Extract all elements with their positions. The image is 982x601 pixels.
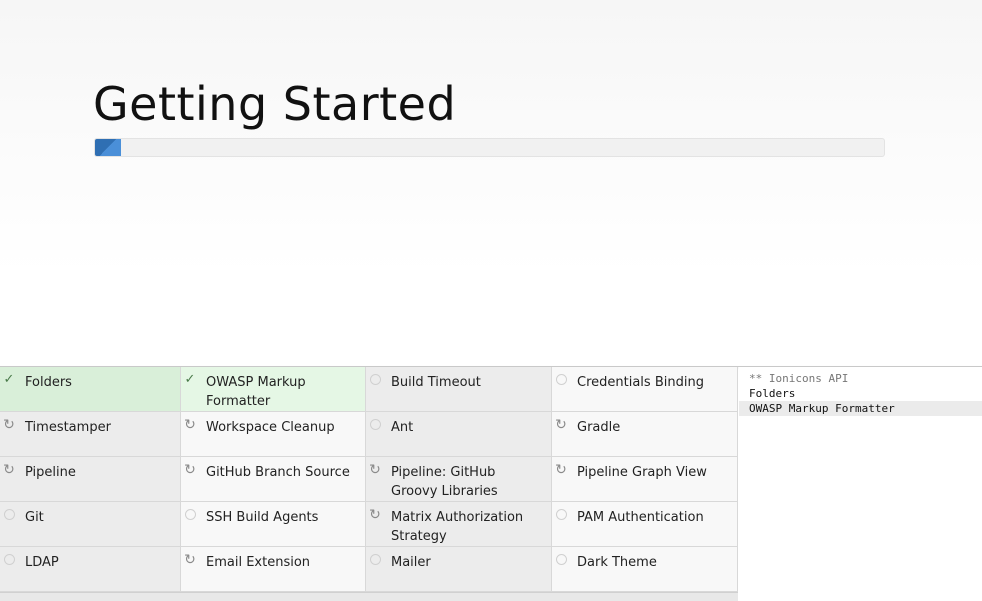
plugin-name: Ant	[391, 420, 414, 435]
install-progress-bar	[94, 138, 885, 157]
plugin-name: Pipeline	[25, 465, 76, 480]
install-log-panel[interactable]: ** Ionicons API Folders OWASP Markup For…	[739, 367, 982, 601]
plugin-name: Dark Theme	[577, 555, 657, 570]
plugin-cell-pipeline: ↻ Pipeline	[0, 457, 181, 502]
log-line: Folders	[749, 387, 796, 400]
plugin-cell-matrix-authorization-strategy: ↻ Matrix Authorization Strategy	[366, 502, 552, 547]
refresh-icon: ↻	[184, 417, 196, 433]
circle-icon	[2, 508, 16, 522]
plugin-cell-workspace-cleanup: ↻ Workspace Cleanup	[181, 412, 366, 457]
plugin-name: PAM Authentication	[577, 510, 704, 525]
grid-bottom-strip	[0, 592, 738, 601]
install-progress-fill	[95, 139, 122, 156]
plugin-name: Timestamper	[25, 420, 111, 435]
plugin-cell-pipeline-graph-view: ↻ Pipeline Graph View	[552, 457, 738, 502]
plugin-name: GitHub Branch Source	[206, 465, 350, 480]
header: Getting Started	[0, 0, 982, 366]
plugin-cell-mailer: Mailer	[366, 547, 552, 592]
plugin-cell-pipeline-github-groovy-libraries: ↻ Pipeline: GitHub Groovy Libraries	[366, 457, 552, 502]
log-line: ** Ionicons API	[749, 372, 849, 385]
plugin-name: Folders	[25, 375, 72, 390]
refresh-icon: ↻	[184, 552, 196, 568]
plugin-name: Build Timeout	[391, 375, 481, 390]
refresh-icon: ↻	[369, 462, 381, 478]
plugin-name: Matrix Authorization Strategy	[391, 510, 524, 544]
refresh-icon: ↻	[555, 417, 567, 433]
page-title: Getting Started	[93, 77, 457, 131]
plugin-name: SSH Build Agents	[206, 510, 319, 525]
refresh-icon: ↻	[555, 462, 567, 478]
circle-icon	[183, 508, 197, 522]
plugin-cell-github-branch-source: ↻ GitHub Branch Source	[181, 457, 366, 502]
plugin-name: Email Extension	[206, 555, 311, 570]
circle-icon	[554, 373, 568, 387]
plugin-name: Mailer	[391, 555, 431, 570]
refresh-icon: ↻	[3, 462, 15, 478]
circle-icon	[368, 553, 382, 567]
plugin-cell-owasp-markup-formatter: ✓ OWASP Markup Formatter	[181, 367, 366, 412]
plugin-cell-folders: ✓ Folders	[0, 367, 181, 412]
circle-icon	[554, 508, 568, 522]
circle-icon	[2, 553, 16, 567]
plugin-grid: ✓ Folders ✓ OWASP Markup Formatter Build…	[0, 367, 738, 601]
plugin-cell-email-extension: ↻ Email Extension	[181, 547, 366, 592]
circle-icon	[554, 553, 568, 567]
plugin-cell-git: Git	[0, 502, 181, 547]
plugin-cell-credentials-binding: Credentials Binding	[552, 367, 738, 412]
plugin-cell-gradle: ↻ Gradle	[552, 412, 738, 457]
refresh-icon: ↻	[369, 507, 381, 523]
refresh-icon: ↻	[184, 462, 196, 478]
plugin-name: Credentials Binding	[577, 375, 704, 390]
plugin-name: Gradle	[577, 420, 621, 435]
plugin-cell-build-timeout: Build Timeout	[366, 367, 552, 412]
plugin-cell-ssh-build-agents: SSH Build Agents	[181, 502, 366, 547]
plugin-name: Git	[25, 510, 44, 525]
refresh-icon: ↻	[3, 417, 15, 433]
plugin-name: LDAP	[25, 555, 59, 570]
check-icon: ✓	[3, 372, 15, 387]
log-line: OWASP Markup Formatter	[739, 401, 982, 416]
plugin-cell-ant: Ant	[366, 412, 552, 457]
plugin-name: OWASP Markup Formatter	[206, 375, 306, 409]
circle-icon	[368, 418, 382, 432]
plugin-cell-timestamper: ↻ Timestamper	[0, 412, 181, 457]
plugin-name: Workspace Cleanup	[206, 420, 335, 435]
circle-icon	[368, 373, 382, 387]
check-icon: ✓	[184, 372, 196, 387]
plugin-name: Pipeline: GitHub Groovy Libraries	[391, 465, 498, 499]
plugin-cell-pam-authentication: PAM Authentication	[552, 502, 738, 547]
plugin-cell-dark-theme: Dark Theme	[552, 547, 738, 592]
plugin-name: Pipeline Graph View	[577, 465, 707, 480]
plugin-cell-ldap: LDAP	[0, 547, 181, 592]
